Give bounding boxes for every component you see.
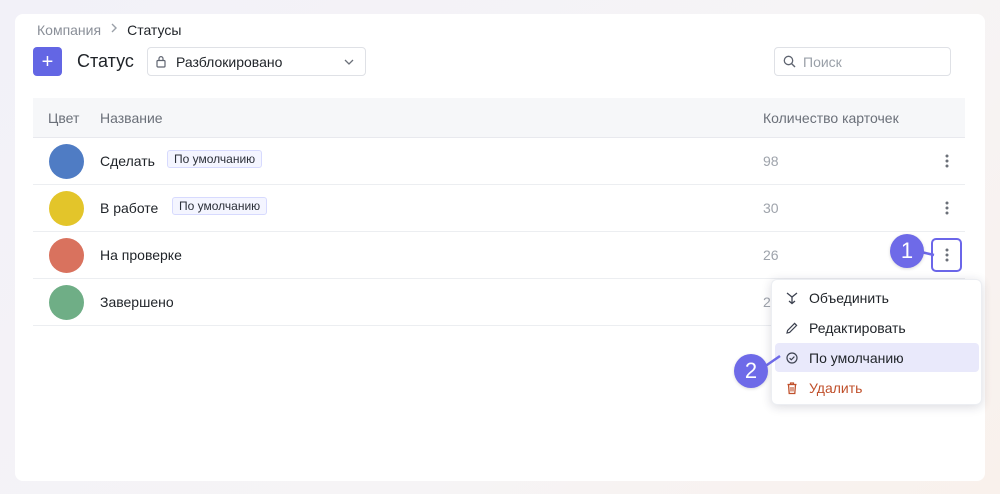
menu-item-merge[interactable]: Объединить	[775, 283, 979, 312]
check-circle-icon	[785, 351, 799, 365]
column-header-name: Название	[100, 110, 163, 126]
callout-badge-2: 2	[734, 354, 768, 388]
status-filter-select[interactable]: Разблокировано	[147, 47, 366, 76]
breadcrumb: Компания Статусы	[37, 21, 181, 39]
status-filter-value: Разблокировано	[176, 53, 283, 70]
breadcrumb-current: Статусы	[127, 22, 182, 38]
page-title: Статус	[77, 51, 134, 71]
breadcrumb-separator-icon	[110, 22, 118, 36]
column-header-count: Количество карточек	[763, 110, 899, 126]
card-count: 2	[763, 294, 771, 310]
status-name: Сделать	[100, 153, 155, 169]
trash-icon	[785, 381, 799, 395]
row-menu-button[interactable]	[933, 146, 960, 176]
status-color-dot	[49, 144, 84, 179]
column-header-color: Цвет	[48, 110, 80, 126]
more-vertical-icon	[945, 201, 948, 215]
pencil-icon	[785, 321, 799, 335]
merge-icon	[785, 291, 799, 305]
status-name: Завершено	[100, 294, 174, 310]
menu-item-edit[interactable]: Редактировать	[775, 313, 979, 342]
menu-item-label: Редактировать	[809, 319, 906, 336]
menu-item-label: По умолчанию	[809, 349, 904, 366]
row-context-menu: Объединить Редактировать По умолчанию Уд…	[771, 279, 982, 405]
menu-item-delete[interactable]: Удалить	[775, 373, 979, 402]
status-name: На проверке	[100, 247, 182, 263]
more-vertical-icon	[945, 248, 948, 262]
table-header: Цвет Название Количество карточек	[33, 98, 965, 138]
status-name: В работе	[100, 200, 159, 216]
status-color-dot	[49, 191, 84, 226]
row-menu-button[interactable]	[933, 193, 960, 223]
more-vertical-icon	[945, 154, 948, 168]
search-box[interactable]	[774, 47, 951, 76]
chevron-down-icon	[343, 56, 355, 68]
callout-badge-1: 1	[890, 234, 924, 268]
default-badge: По умолчанию	[172, 197, 268, 215]
menu-item-label: Объединить	[809, 289, 889, 306]
add-status-button[interactable]: +	[33, 47, 62, 76]
table-row[interactable]: На проверке 26	[33, 232, 965, 279]
row-menu-button-active[interactable]	[931, 238, 962, 272]
card-count: 30	[763, 200, 779, 216]
breadcrumb-company-link[interactable]: Компания	[37, 22, 101, 38]
card-count: 98	[763, 153, 779, 169]
default-badge: По умолчанию	[167, 150, 263, 168]
menu-item-label: Удалить	[809, 379, 863, 396]
search-icon	[783, 55, 796, 68]
table-row[interactable]: Сделать По умолчанию 98	[33, 138, 965, 185]
card-count: 26	[763, 247, 779, 263]
menu-item-set-default[interactable]: По умолчанию	[775, 343, 979, 372]
table-row[interactable]: В работе По умолчанию 30	[33, 185, 965, 232]
lock-icon	[156, 55, 168, 69]
status-color-dot	[49, 285, 84, 320]
status-color-dot	[49, 238, 84, 273]
search-input[interactable]	[803, 53, 943, 70]
